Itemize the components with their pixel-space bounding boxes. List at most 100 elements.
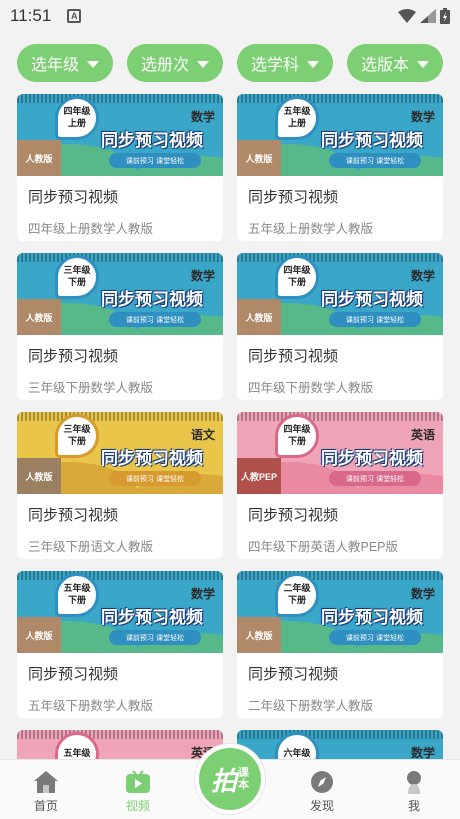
banner-title: 同步预习视频 xyxy=(321,608,423,627)
banner-subject: 语文 xyxy=(190,428,215,442)
card-subtitle: 二年级下册数学人教版 xyxy=(248,699,374,713)
caret-down-icon xyxy=(417,60,429,68)
banner-subject: 数学 xyxy=(190,587,215,601)
card-title: 同步预习视频 xyxy=(248,507,339,524)
banner-edition: 人教版 xyxy=(17,458,61,494)
status-icons xyxy=(398,8,450,24)
filter-subject[interactable]: 选学科 xyxy=(237,44,333,82)
card-title: 同步预习视频 xyxy=(248,666,339,683)
logo-text-small: 课 本 xyxy=(238,767,249,791)
banner-stripe xyxy=(17,730,223,739)
video-card[interactable]: 人教版 二年级 下册 数学 同步预习视频 课前预习 课堂轻松 同步预习视频 二年… xyxy=(237,571,443,718)
tab-video[interactable]: 视频 xyxy=(92,760,184,819)
tab-me[interactable]: 我 xyxy=(368,760,460,819)
video-card[interactable]: 人教版 四年级 下册 数学 同步预习视频 课前预习 课堂轻松 同步预习视频 四年… xyxy=(237,253,443,400)
badge-term: 上册 xyxy=(287,119,306,129)
video-card[interactable]: 人教PEP 四年级 下册 英语 同步预习视频 课前预习 课堂轻松 同步预习视频 … xyxy=(237,412,443,559)
card-thumbnail: 人教版 三年级 下册 语文 同步预习视频 课前预习 课堂轻松 xyxy=(17,412,223,494)
card-thumbnail: 人教版 五年级 下册 数学 同步预习视频 课前预习 课堂轻松 xyxy=(17,571,223,653)
grade-badge: 四年级 下册 xyxy=(275,414,319,458)
badge-grade: 三年级 xyxy=(63,266,91,276)
battery-icon xyxy=(440,8,450,24)
video-card[interactable]: 人教版 四年级 上册 数学 同步预习视频 课前预习 课堂轻松 同步预习视频 四年… xyxy=(17,94,223,241)
caret-down-icon xyxy=(197,60,209,68)
grade-badge: 五年级 上册 xyxy=(275,96,319,140)
card-thumbnail: 人教版 五年级 上册 数学 同步预习视频 课前预习 课堂轻松 xyxy=(237,94,443,176)
card-subtitle: 四年级下册英语人教PEP版 xyxy=(248,540,399,554)
banner-slogan: 课前预习 课堂轻松 xyxy=(329,153,421,168)
banner-slogan: 课前预习 课堂轻松 xyxy=(109,312,201,327)
badge-grade: 四年级 xyxy=(283,266,311,276)
filter-bar: 选年级 选册次 选学科 选版本 xyxy=(17,44,443,82)
banner-subject: 数学 xyxy=(190,110,215,124)
caret-down-icon xyxy=(87,60,99,68)
filter-label: 选年级 xyxy=(30,57,79,74)
banner-stripe xyxy=(237,730,443,739)
card-title: 同步预习视频 xyxy=(248,348,339,365)
grade-badge: 四年级 上册 xyxy=(55,96,99,140)
banner-edition: 人教版 xyxy=(237,140,281,176)
compass-icon xyxy=(309,769,335,795)
card-title: 同步预习视频 xyxy=(28,666,119,683)
badge-grade: 四年级 xyxy=(63,107,91,117)
notification-icon: A xyxy=(67,9,82,23)
tab-discover[interactable]: 发现 xyxy=(276,760,368,819)
logo-text-big: 拍 xyxy=(210,765,237,796)
tab-home[interactable]: 首页 xyxy=(0,760,92,819)
banner-slogan: 课前预习 课堂轻松 xyxy=(329,471,421,486)
wifi-icon xyxy=(398,9,416,23)
card-subtitle: 五年级上册数学人教版 xyxy=(248,222,374,236)
filter-label: 选学科 xyxy=(250,57,299,74)
banner-title: 同步预习视频 xyxy=(101,290,203,309)
banner-edition: 人教版 xyxy=(237,617,281,653)
card-title: 同步预习视频 xyxy=(28,507,119,524)
badge-grade: 四年级 xyxy=(283,425,311,435)
logo-text-small-2: 本 xyxy=(238,778,249,791)
banner-stripe xyxy=(237,253,443,262)
badge-grade: 五年级 xyxy=(63,584,91,594)
banner-edition: 人教版 xyxy=(17,140,61,176)
banner-stripe xyxy=(17,94,223,103)
grade-badge: 五年级 下册 xyxy=(55,573,99,617)
card-subtitle: 四年级下册数学人教版 xyxy=(248,381,374,395)
video-icon xyxy=(125,769,151,795)
banner-subject: 英语 xyxy=(410,428,435,442)
grade-badge: 三年级 下册 xyxy=(55,414,99,458)
banner-edition: 人教版 xyxy=(237,299,281,335)
home-icon xyxy=(33,769,59,795)
banner-slogan: 课前预习 课堂轻松 xyxy=(109,471,201,486)
card-thumbnail: 人教PEP 四年级 下册 英语 同步预习视频 课前预习 课堂轻松 xyxy=(237,412,443,494)
tab-label: 视频 xyxy=(125,799,150,813)
banner-title: 同步预习视频 xyxy=(101,608,203,627)
grade-badge: 四年级 下册 xyxy=(275,255,319,299)
banner-title: 同步预习视频 xyxy=(321,449,423,468)
card-subtitle: 五年级下册数学人教版 xyxy=(28,699,154,713)
banner-subject: 数学 xyxy=(410,587,435,601)
banner-stripe xyxy=(17,571,223,580)
banner-title: 同步预习视频 xyxy=(321,290,423,309)
card-thumbnail: 人教版 四年级 上册 数学 同步预习视频 课前预习 课堂轻松 xyxy=(17,94,223,176)
card-subtitle: 四年级上册数学人教版 xyxy=(28,222,154,236)
filter-volume[interactable]: 选册次 xyxy=(127,44,223,82)
status-time: 11:51 xyxy=(10,6,52,25)
card-subtitle: 三年级下册语文人教版 xyxy=(28,540,154,554)
person-icon xyxy=(401,769,427,795)
caret-down-icon xyxy=(307,60,319,68)
status-bar: 11:51 A xyxy=(0,0,460,32)
card-title: 同步预习视频 xyxy=(248,189,339,206)
center-logo-button[interactable]: 拍 课 本 xyxy=(195,744,265,814)
card-subtitle: 三年级下册数学人教版 xyxy=(28,381,154,395)
banner-slogan: 课前预习 课堂轻松 xyxy=(109,153,201,168)
filter-grade[interactable]: 选年级 xyxy=(17,44,113,82)
video-card[interactable]: 人教版 五年级 下册 数学 同步预习视频 课前预习 课堂轻松 同步预习视频 五年… xyxy=(17,571,223,718)
video-card[interactable]: 人教版 三年级 下册 语文 同步预习视频 课前预习 课堂轻松 同步预习视频 三年… xyxy=(17,412,223,559)
banner-stripe xyxy=(237,571,443,580)
tab-label: 首页 xyxy=(33,799,58,813)
video-card[interactable]: 人教版 五年级 上册 数学 同步预习视频 课前预习 课堂轻松 同步预习视频 五年… xyxy=(237,94,443,241)
video-card[interactable]: 人教版 三年级 下册 数学 同步预习视频 课前预习 课堂轻松 同步预习视频 三年… xyxy=(17,253,223,400)
badge-term: 下册 xyxy=(67,437,86,447)
banner-subject: 数学 xyxy=(190,269,215,283)
filter-edition[interactable]: 选版本 xyxy=(347,44,443,82)
grade-badge: 三年级 下册 xyxy=(55,255,99,299)
badge-term: 下册 xyxy=(287,437,306,447)
